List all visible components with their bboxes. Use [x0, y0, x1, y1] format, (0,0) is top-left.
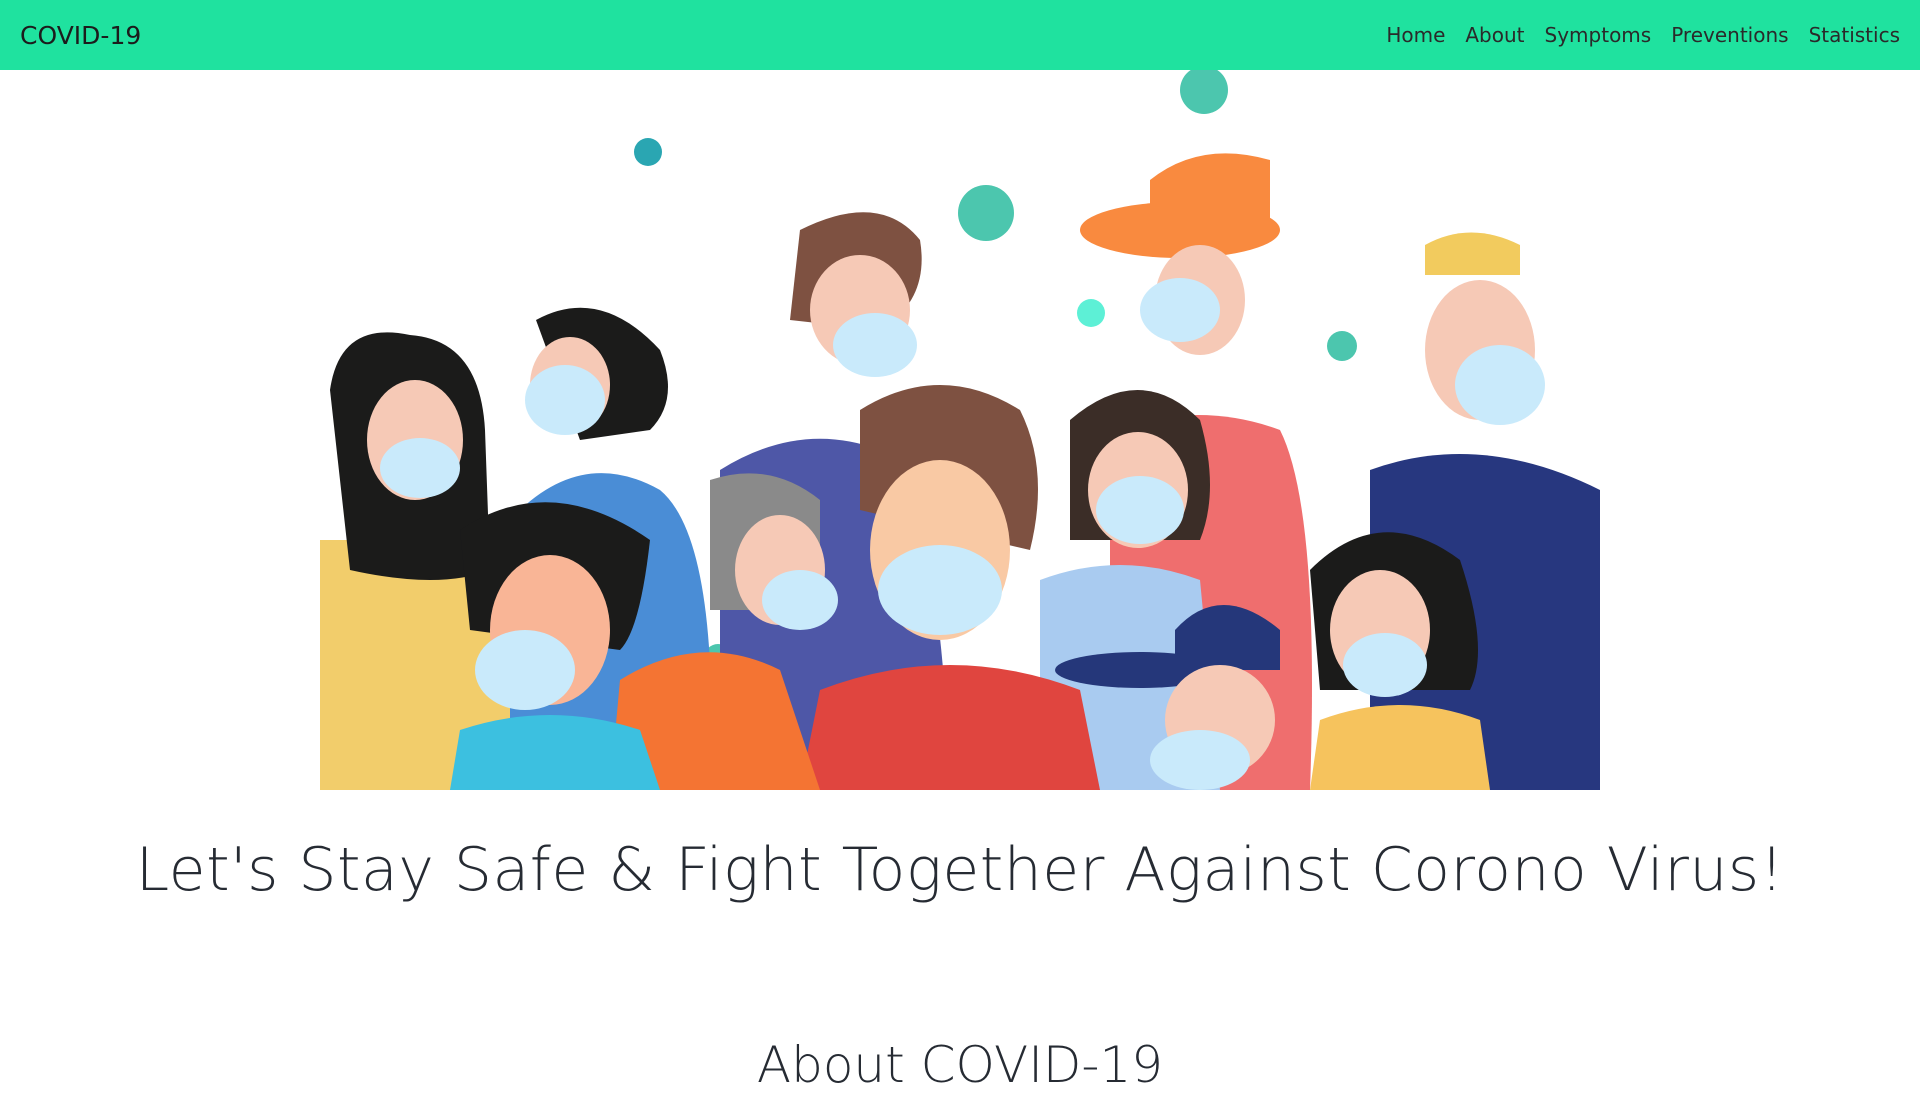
brand-logo-link[interactable]: COVID-19: [20, 21, 141, 50]
nav-link-statistics[interactable]: Statistics: [1809, 23, 1900, 47]
nav-links: Home About Symptoms Preventions Statisti…: [1366, 23, 1900, 47]
nav-link-symptoms[interactable]: Symptoms: [1545, 23, 1652, 47]
hero-headline: Let's Stay Safe & Fight Together Against…: [135, 835, 1785, 906]
top-navbar: COVID-19 Home About Symptoms Preventions…: [0, 0, 1920, 70]
hero-illustration: [320, 70, 1600, 790]
person-plaid-girl: [1310, 532, 1490, 790]
about-section-title: About COVID-19: [756, 1035, 1164, 1094]
nav-link-home[interactable]: Home: [1386, 23, 1445, 47]
nav-link-about[interactable]: About: [1465, 23, 1524, 47]
nav-link-preventions[interactable]: Preventions: [1671, 23, 1788, 47]
